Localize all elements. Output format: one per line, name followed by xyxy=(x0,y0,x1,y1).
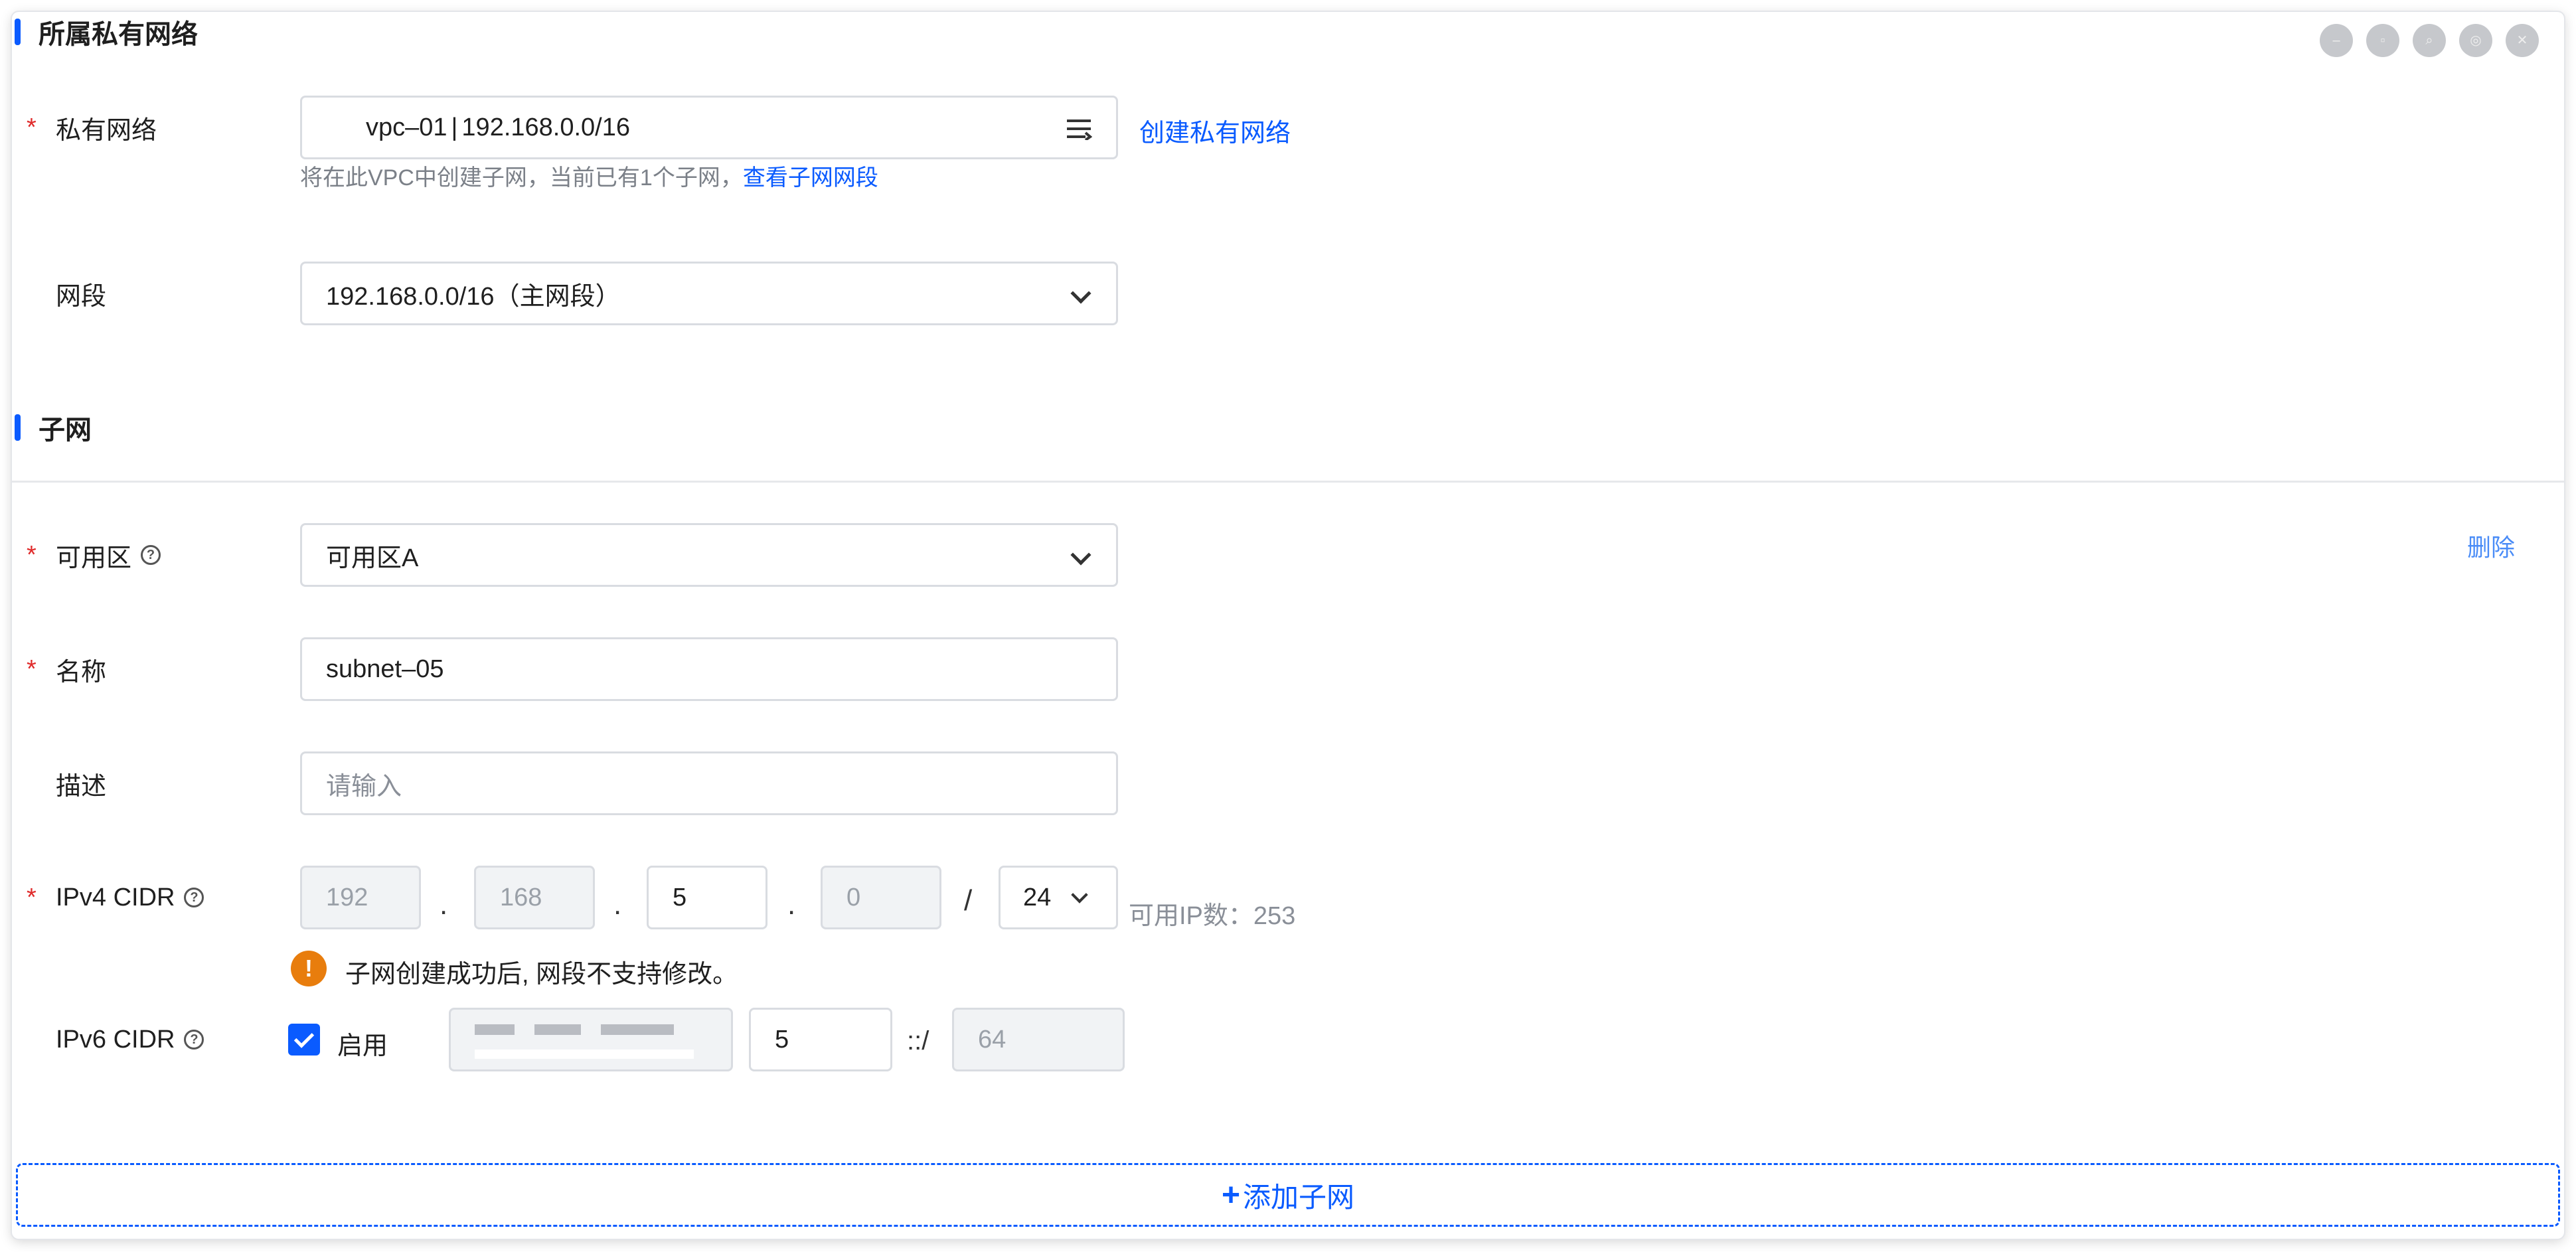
ipv4-mask-select[interactable]: 24 xyxy=(999,866,1118,929)
ipv6-cidr-label: IPv6 CIDR ? xyxy=(56,1008,204,1071)
description-placeholder: 请输入 xyxy=(326,772,402,801)
cidr-warning-text: 子网创建成功后, 网段不支持修改。 xyxy=(345,961,738,988)
az-value: 可用区A xyxy=(326,544,419,572)
available-ip-info: 可用IP数：253 xyxy=(1129,895,1295,931)
add-subnet-button[interactable]: + 添加子网 xyxy=(16,1163,2560,1227)
az-label: 可用区 ? xyxy=(56,523,161,587)
section-divider xyxy=(12,481,2564,483)
vpc-name: vpc–01 xyxy=(366,113,447,141)
vpc-selector[interactable]: vpc–01 | 192.168.0.0/16 xyxy=(300,96,1118,159)
subnet-name-value: subnet–05 xyxy=(326,655,444,683)
ipv4-octet-3-input[interactable]: 5 xyxy=(647,866,767,929)
window-controls: – ▫ ⌕ ◎ ✕ xyxy=(2320,24,2539,57)
delete-subnet-link[interactable]: 删除 xyxy=(2467,528,2515,563)
ipv4-octet-4: 0 xyxy=(821,866,941,929)
chevron-down-icon xyxy=(1070,544,1091,566)
vpc-hint: 将在此VPC中创建子网，当前已有1个子网，查看子网网段 xyxy=(300,159,878,192)
required-mark: * xyxy=(27,540,37,569)
segment-select[interactable]: 192.168.0.0/16（主网段） xyxy=(300,262,1118,325)
vpc-label: 私有网络 xyxy=(56,116,157,145)
required-mark: * xyxy=(27,883,37,911)
subnet-name-input[interactable]: subnet–05 xyxy=(300,637,1118,701)
vpc-cidr: 192.168.0.0/16 xyxy=(461,113,630,141)
ipv4-dot: . xyxy=(613,888,622,921)
ipv4-dot: . xyxy=(440,888,448,921)
segment-value: 192.168.0.0/16（主网段） xyxy=(326,282,621,311)
ipv6-enable-checkbox[interactable] xyxy=(288,1024,320,1056)
ipv4-mask-value: 24 xyxy=(1023,883,1052,911)
plus-icon: + xyxy=(1221,1177,1240,1213)
name-label: 名称 xyxy=(56,658,107,686)
description-label: 描述 xyxy=(56,772,107,801)
ipv4-octet-2: 168 xyxy=(474,866,595,929)
create-vpc-link[interactable]: 创建私有网络 xyxy=(1139,98,1291,162)
required-mark: * xyxy=(27,655,37,683)
form-window: – ▫ ⌕ ◎ ✕ 所属私有网络 * 私有网络 vpc–01 | 192.168… xyxy=(12,12,2564,1239)
ipv6-separator: ::/ xyxy=(907,1026,929,1056)
ipv4-slash: / xyxy=(964,884,973,917)
ipv4-cidr-label: IPv4 CIDR ? xyxy=(56,866,204,929)
list-select-icon[interactable] xyxy=(1066,117,1092,140)
ipv6-subnet-input[interactable]: 5 xyxy=(749,1008,892,1071)
help-icon[interactable]: ? xyxy=(141,545,161,565)
help-icon[interactable]: ? xyxy=(184,888,204,907)
settings-icon[interactable]: ◎ xyxy=(2459,24,2492,57)
masked-value xyxy=(475,1024,674,1035)
ipv6-prefix-masked xyxy=(449,1008,733,1071)
vpc-hint-text: 将在此VPC中创建子网，当前已有1个子网， xyxy=(300,165,743,191)
vpc-section-title: 所属私有网络 xyxy=(15,12,198,52)
close-icon[interactable]: ✕ xyxy=(2506,24,2539,57)
ipv4-octet-1: 192 xyxy=(300,866,421,929)
available-ip-count: 253 xyxy=(1253,902,1296,930)
section-marker xyxy=(15,19,21,45)
available-ip-label: 可用IP数： xyxy=(1129,902,1253,930)
subnet-section-title: 子网 xyxy=(15,408,92,447)
ipv4-dot: . xyxy=(787,888,796,921)
chevron-down-icon xyxy=(1071,886,1088,903)
vpc-separator: | xyxy=(451,113,458,141)
minimize-icon[interactable]: – xyxy=(2320,24,2353,57)
chevron-down-icon xyxy=(1070,283,1091,304)
segment-label: 网段 xyxy=(56,282,107,311)
required-mark: * xyxy=(27,113,37,141)
add-subnet-label: 添加子网 xyxy=(1243,1181,1355,1213)
zoom-icon[interactable]: ⌕ xyxy=(2413,24,2446,57)
ipv6-enable-label: 启用 xyxy=(337,1032,388,1060)
restore-icon[interactable]: ▫ xyxy=(2366,24,2399,57)
help-icon[interactable]: ? xyxy=(184,1030,204,1050)
az-select[interactable]: 可用区A xyxy=(300,523,1118,587)
description-input[interactable]: 请输入 xyxy=(300,751,1118,815)
warning-icon: ! xyxy=(291,951,327,986)
view-subnet-segments-link[interactable]: 查看子网网段 xyxy=(743,165,878,191)
masked-value xyxy=(475,1050,694,1059)
ipv6-prefix-length: 64 xyxy=(952,1008,1125,1071)
section-marker xyxy=(15,414,21,441)
